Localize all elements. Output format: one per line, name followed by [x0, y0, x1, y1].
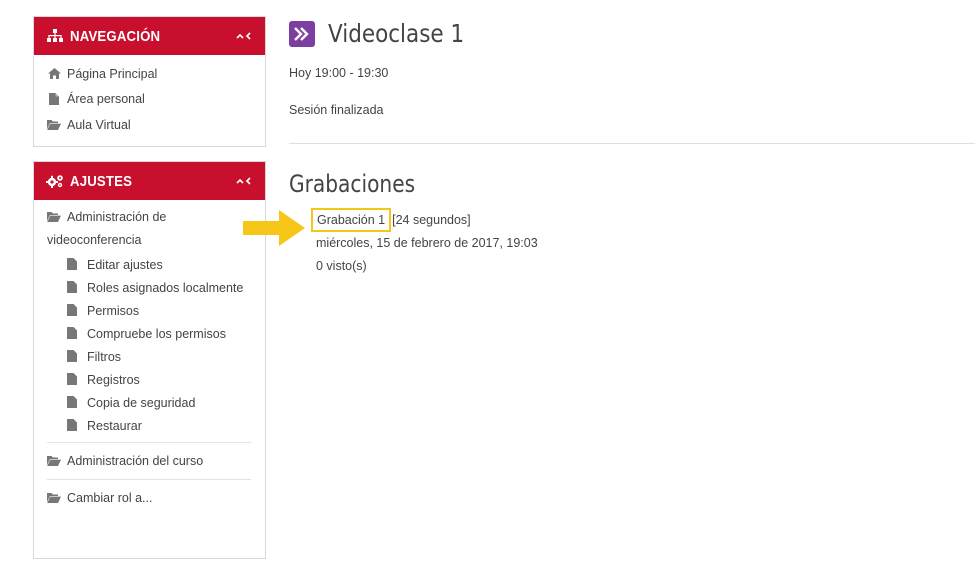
divider [47, 442, 251, 443]
nav-item-label: Página Principal [67, 66, 158, 81]
file-icon [67, 416, 81, 431]
folder-open-icon [47, 484, 61, 503]
folder-open-icon [47, 207, 61, 222]
highlight-arrow-icon [243, 210, 305, 246]
recording-duration: [24 segundos] [392, 213, 471, 227]
recording-date: miércoles, 15 de febrero de 2017, 19:03 [316, 236, 538, 250]
file-icon [67, 278, 81, 293]
file-icon [67, 255, 81, 270]
settings-item-backup[interactable]: Copia de seguridad [67, 392, 251, 415]
course-admin-item[interactable]: Administración del curso [47, 446, 251, 476]
recording-title-line: Grabación 1 [24 segundos] [310, 208, 538, 235]
settings-item-restore[interactable]: Restaurar [67, 415, 251, 438]
file-icon [67, 324, 81, 339]
sitemap-icon [46, 28, 64, 44]
settings-item-logs[interactable]: Registros [67, 369, 251, 392]
collapse-dock-icon[interactable] [235, 29, 255, 43]
settings-list: Administración de videoconferencia Edita… [34, 200, 265, 519]
file-icon [47, 93, 61, 106]
settings-item-check-permissions[interactable]: Compruebe los permisos [67, 323, 251, 346]
navigation-block: NAVEGACIÓN Página Principal Área persona… [33, 16, 266, 147]
nav-item-virtual-classroom[interactable]: Aula Virtual [47, 112, 265, 138]
videoconference-activity-icon [289, 20, 315, 47]
divider [289, 143, 975, 144]
folder-open-icon [47, 447, 61, 466]
recording-views: 0 visto(s) [316, 259, 367, 273]
recording-link[interactable]: Grabación 1 [310, 208, 392, 232]
settings-item-label: Registros [87, 373, 140, 387]
course-admin-label: Administración del curso [67, 454, 204, 468]
session-time: Hoy 19:00 - 19:30 [289, 66, 389, 80]
settings-title: AJUSTES [70, 172, 133, 190]
navigation-header: NAVEGACIÓN [34, 17, 265, 55]
videoconference-admin-label: Administración de videoconferencia [47, 210, 167, 247]
gears-icon [46, 173, 64, 189]
file-icon [67, 347, 81, 362]
settings-item-local-roles[interactable]: Roles asignados localmente [67, 277, 251, 300]
home-icon [47, 68, 61, 80]
settings-item-label: Roles asignados localmente [87, 281, 244, 295]
recordings-title: Grabaciones [289, 170, 416, 198]
settings-item-label: Editar ajustes [87, 258, 163, 272]
recording-item: Grabación 1 [24 segundos] miércoles, 15 d… [310, 208, 538, 281]
settings-header: AJUSTES [34, 162, 265, 200]
page-title: Videoclase 1 [289, 19, 486, 48]
nav-item-home[interactable]: Página Principal [47, 61, 265, 87]
settings-item-label: Permisos [87, 304, 140, 318]
switch-role-item[interactable]: Cambiar rol a... [47, 483, 251, 513]
settings-item-edit-settings[interactable]: Editar ajustes [67, 254, 251, 277]
collapse-dock-icon[interactable] [235, 174, 255, 188]
nav-item-label: Área personal [67, 92, 145, 107]
settings-item-permissions[interactable]: Permisos [67, 300, 251, 323]
file-icon [67, 370, 81, 385]
settings-item-label: Copia de seguridad [87, 396, 196, 410]
session-status: Sesión finalizada [289, 103, 384, 117]
videoconference-admin-item[interactable]: Administración de videoconferencia [47, 206, 251, 252]
nav-item-label: Aula Virtual [67, 117, 131, 132]
settings-item-label: Restaurar [87, 419, 142, 433]
videoconference-admin-subitems: Editar ajustes Roles asignados localment… [47, 254, 251, 438]
page-title-text: Videoclase 1 [328, 19, 465, 48]
switch-role-label: Cambiar rol a... [67, 491, 153, 505]
navigation-title: NAVEGACIÓN [70, 27, 161, 45]
file-icon [67, 301, 81, 316]
settings-item-filters[interactable]: Filtros [67, 346, 251, 369]
settings-block: AJUSTES Administración de videoconferenc… [33, 161, 266, 559]
settings-item-label: Compruebe los permisos [87, 327, 226, 341]
navigation-list: Página Principal Área personal Aula Virt… [34, 55, 265, 146]
folder-open-icon [47, 119, 61, 131]
divider [47, 479, 251, 480]
settings-item-label: Filtros [87, 350, 122, 364]
nav-item-personal-area[interactable]: Área personal [47, 87, 265, 113]
file-icon [67, 393, 81, 408]
